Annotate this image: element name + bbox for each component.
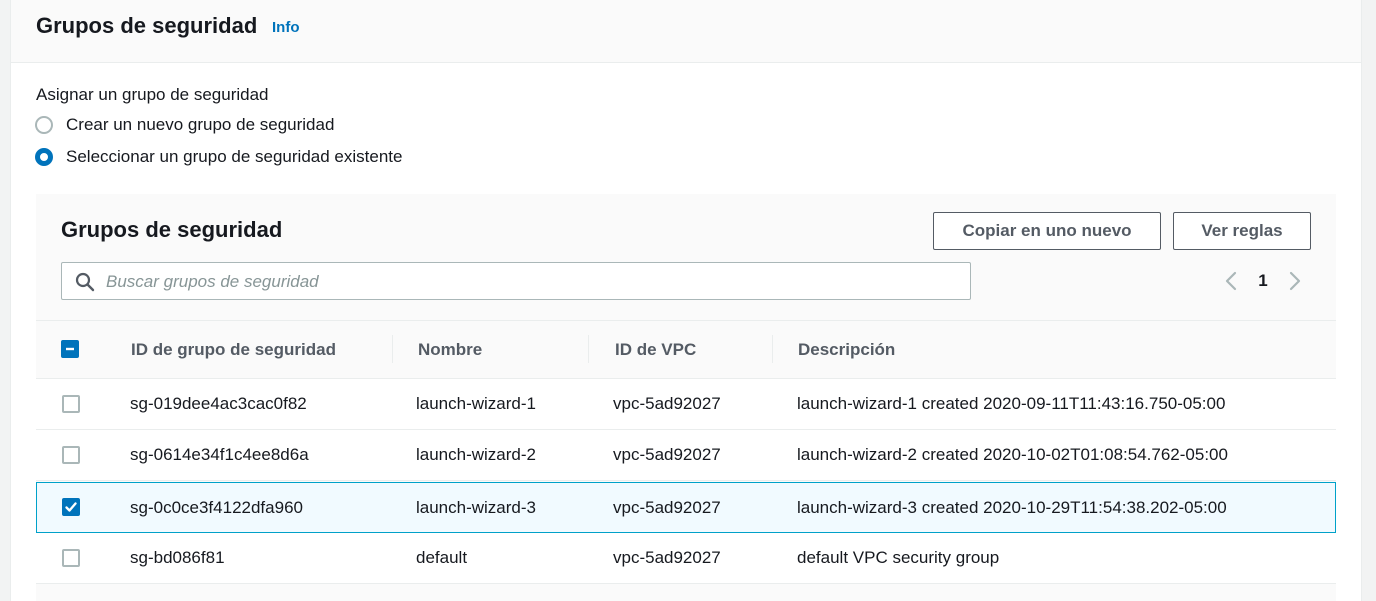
cell-id: sg-019dee4ac3cac0f82 <box>130 393 307 413</box>
search-input[interactable] <box>104 263 958 301</box>
table-row[interactable]: sg-0614e34f1c4ee8d6a launch-wizard-2 vpc… <box>36 430 1336 481</box>
table-title: Grupos de seguridad <box>61 217 283 242</box>
cell-vpc: vpc-5ad92027 <box>613 497 721 517</box>
table-row-selected[interactable]: sg-0c0ce3f4122dfa960 launch-wizard-3 vpc… <box>36 482 1336 533</box>
panel-header: Grupos de seguridad Info <box>11 0 1361 63</box>
cell-vpc: vpc-5ad92027 <box>613 444 721 464</box>
security-groups-panel: Grupos de seguridad Info Asignar un grup… <box>10 0 1362 601</box>
cell-name: launch-wizard-2 <box>416 444 536 464</box>
select-all-checkbox[interactable] <box>61 340 79 358</box>
cell-description: default VPC security group <box>797 547 1000 567</box>
minus-icon <box>66 347 74 351</box>
page-title: Grupos de seguridad <box>36 13 258 38</box>
radio-button[interactable] <box>35 148 53 166</box>
cell-id: sg-0c0ce3f4122dfa960 <box>130 497 303 517</box>
column-header-id[interactable]: ID de grupo de seguridad <box>131 321 336 378</box>
radio-label: Seleccionar un grupo de seguridad existe… <box>66 147 403 166</box>
page-number[interactable]: 1 <box>1241 271 1285 291</box>
radio-button[interactable] <box>35 116 53 134</box>
cell-id: sg-bd086f81 <box>130 547 225 567</box>
security-groups-table: Grupos de seguridad Copiar en uno nuevo … <box>36 194 1336 601</box>
radio-label: Crear un nuevo grupo de seguridad <box>66 115 335 134</box>
column-header-name[interactable]: Nombre <box>418 321 482 378</box>
table-header: ID de grupo de seguridad Nombre ID de VP… <box>36 320 1336 379</box>
cell-vpc: vpc-5ad92027 <box>613 547 721 567</box>
cell-id: sg-0614e34f1c4ee8d6a <box>130 444 309 464</box>
column-divider[interactable] <box>772 335 773 363</box>
radio-select-existing[interactable]: Seleccionar un grupo de seguridad existe… <box>35 146 402 168</box>
column-header-description[interactable]: Descripción <box>798 321 895 378</box>
radio-create-new[interactable]: Crear un nuevo grupo de seguridad <box>35 114 334 136</box>
cell-name: launch-wizard-3 <box>416 497 536 517</box>
table-row[interactable]: sg-019dee4ac3cac0f82 launch-wizard-1 vpc… <box>36 379 1336 430</box>
cell-name: default <box>416 547 468 567</box>
assign-label: Asignar un grupo de seguridad <box>36 85 269 104</box>
column-divider[interactable] <box>588 335 589 363</box>
row-checkbox[interactable] <box>62 498 80 516</box>
copy-to-new-button[interactable]: Copiar en uno nuevo <box>933 212 1161 250</box>
search-box[interactable] <box>61 262 971 301</box>
chevron-right-icon[interactable] <box>1285 268 1305 294</box>
chevron-left-icon[interactable] <box>1221 268 1241 294</box>
view-rules-button[interactable]: Ver reglas <box>1173 212 1311 250</box>
table-row[interactable]: sg-bd086f81 default vpc-5ad92027 default… <box>36 533 1336 584</box>
pagination: 1 <box>1221 268 1305 294</box>
cell-description: launch-wizard-1 created 2020-09-11T11:43… <box>797 393 1226 413</box>
column-header-vpc[interactable]: ID de VPC <box>615 321 696 378</box>
checkmark-icon <box>65 502 77 512</box>
cell-description: launch-wizard-3 created 2020-10-29T11:54… <box>797 497 1227 517</box>
column-divider[interactable] <box>392 335 393 363</box>
cell-vpc: vpc-5ad92027 <box>613 393 721 413</box>
row-checkbox[interactable] <box>62 446 80 464</box>
row-checkbox[interactable] <box>62 549 80 567</box>
info-link[interactable]: Info <box>272 19 300 36</box>
cell-name: launch-wizard-1 <box>416 393 536 413</box>
row-checkbox[interactable] <box>62 395 80 413</box>
cell-description: launch-wizard-2 created 2020-10-02T01:08… <box>797 444 1228 464</box>
search-icon <box>75 272 95 292</box>
